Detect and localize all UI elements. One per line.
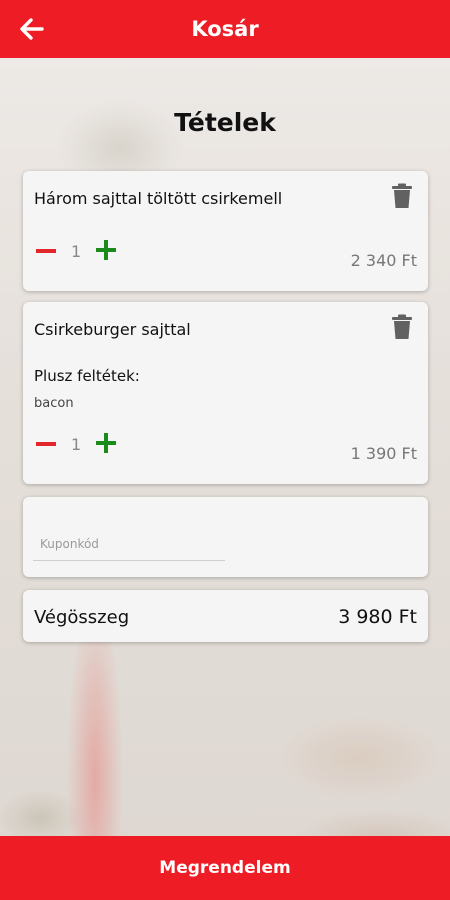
minus-icon — [36, 442, 56, 446]
app-header: Kosár — [0, 0, 450, 58]
item-name: Csirkeburger sajttal — [34, 320, 191, 339]
trash-icon — [392, 183, 412, 208]
place-order-button[interactable]: Megrendelem — [0, 836, 450, 900]
cart-item: Csirkeburger sajttal Plusz feltétek: bac… — [23, 302, 428, 484]
item-price: 1 390 Ft — [350, 444, 417, 463]
item-price: 2 340 Ft — [350, 251, 417, 270]
delete-item-button[interactable] — [391, 314, 413, 340]
back-button[interactable] — [18, 15, 46, 43]
coupon-card — [23, 497, 428, 577]
extras-label: Plusz feltétek: — [34, 367, 140, 385]
arrow-left-icon — [20, 18, 44, 40]
total-card: Végösszeg 3 980 Ft — [23, 590, 428, 642]
decrease-quantity-button[interactable] — [35, 240, 57, 262]
cart-item: Három sajttal töltött csirkemell 1 2 340… — [23, 171, 428, 291]
extras-value: bacon — [34, 396, 74, 411]
delete-item-button[interactable] — [391, 183, 413, 209]
total-label: Végösszeg — [34, 607, 130, 628]
total-value: 3 980 Ft — [338, 606, 417, 628]
plus-icon — [96, 240, 116, 260]
quantity-value: 1 — [71, 435, 82, 454]
minus-icon — [36, 249, 56, 253]
page-title: Kosár — [191, 17, 259, 41]
increase-quantity-button[interactable] — [95, 239, 117, 261]
cart-content: Tételek Három sajttal töltött csirkemell… — [0, 58, 450, 836]
trash-icon — [392, 314, 412, 339]
increase-quantity-button[interactable] — [95, 432, 117, 454]
quantity-value: 1 — [71, 242, 82, 261]
place-order-label: Megrendelem — [159, 858, 291, 878]
plus-icon — [96, 433, 116, 453]
coupon-input[interactable] — [33, 527, 225, 561]
decrease-quantity-button[interactable] — [35, 433, 57, 455]
item-name: Három sajttal töltött csirkemell — [34, 189, 283, 208]
section-title: Tételek — [174, 108, 276, 137]
